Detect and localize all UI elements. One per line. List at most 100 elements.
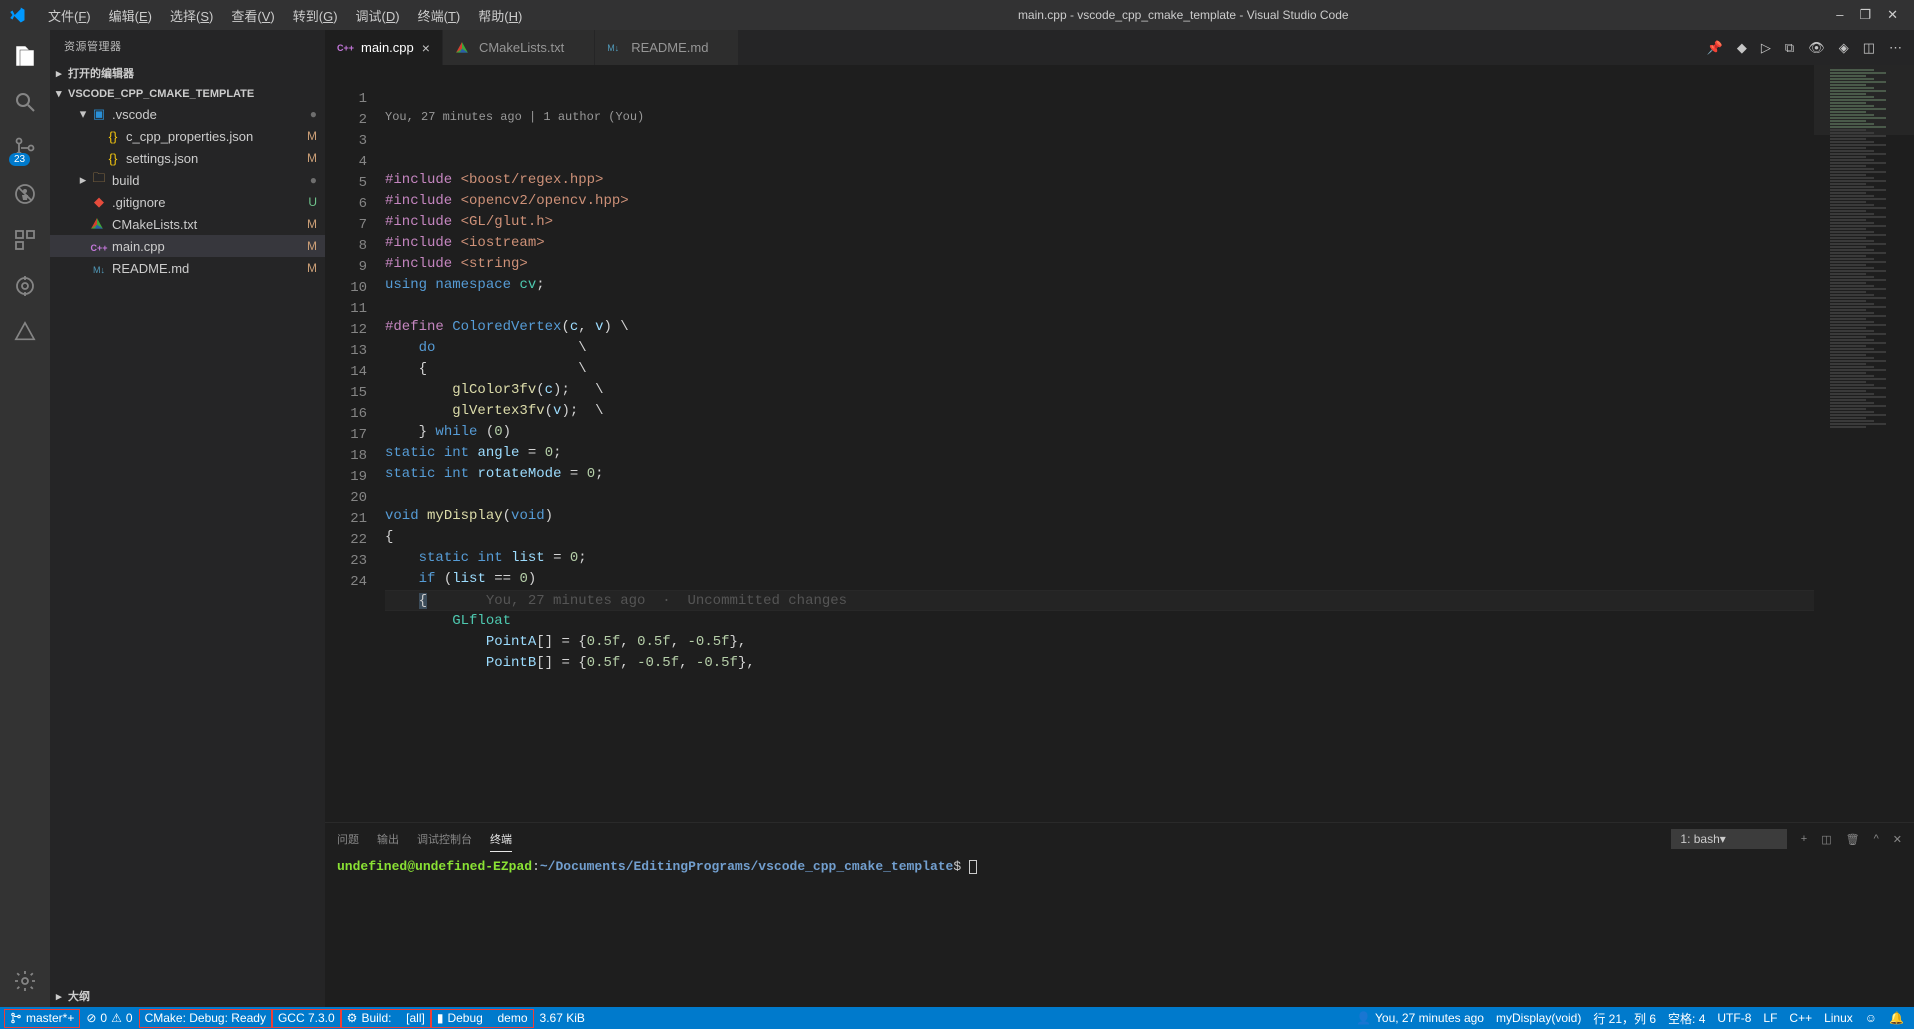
kill-terminal-icon[interactable]: 🗑 <box>1846 833 1860 846</box>
status-context[interactable]: myDisplay(void) <box>1490 1007 1587 1029</box>
tree-row[interactable]: ▸🗀build● <box>50 169 325 191</box>
status-platform[interactable]: Linux <box>1818 1007 1859 1029</box>
file-status-badge: M <box>301 261 317 275</box>
menu-item[interactable]: 转到(G) <box>285 2 346 29</box>
sidebar-title: 资源管理器 <box>50 30 325 62</box>
tree-row[interactable]: {}c_cpp_properties.jsonM <box>50 125 325 147</box>
file-label: build <box>112 173 301 188</box>
explorer-icon[interactable] <box>13 44 37 68</box>
file-tree: ▾▣.vscode●{}c_cpp_properties.jsonM{}sett… <box>50 103 325 985</box>
workspace-header[interactable]: ▾VSCODE_CPP_CMAKE_TEMPLATE <box>50 84 325 103</box>
menu-item[interactable]: 查看(V) <box>223 2 282 29</box>
terminal-body[interactable]: undefined@undefined-EZpad:~/Documents/Ed… <box>325 855 1914 1007</box>
panel-tab-problems[interactable]: 问题 <box>337 827 359 851</box>
cmake-icon[interactable] <box>13 320 37 344</box>
file-label: .vscode <box>112 107 301 122</box>
settings-gear-icon[interactable] <box>13 969 37 993</box>
menu-item[interactable]: 帮助(H) <box>470 2 530 29</box>
status-language[interactable]: C++ <box>1783 1007 1818 1029</box>
code-content[interactable]: You, 27 minutes ago | 1 author (You) #in… <box>385 65 1814 822</box>
panel-tab-output[interactable]: 输出 <box>377 827 399 851</box>
file-icon: 🗀 <box>90 169 108 191</box>
status-debug[interactable]: ▮Debug demo <box>431 1009 534 1028</box>
editor-body[interactable]: 123456789101112131415161718192021222324 … <box>325 65 1914 822</box>
diamond2-icon[interactable]: ◈ <box>1839 40 1849 56</box>
pin-icon[interactable]: 📌 <box>1707 40 1723 56</box>
split-editor-icon[interactable]: ◫ <box>1863 40 1875 56</box>
status-compiler[interactable]: GCC 7.3.0 <box>272 1009 341 1028</box>
maximize-icon[interactable]: ❐ <box>1859 7 1871 23</box>
tree-row[interactable]: C++main.cppM <box>50 235 325 257</box>
editor-area: C++main.cpp×CMakeLists.txtM↓README.md 📌 … <box>325 30 1914 1007</box>
menu-item[interactable]: 调试(D) <box>348 2 408 29</box>
maximize-panel-icon[interactable]: ^ <box>1874 833 1879 845</box>
status-encoding[interactable]: UTF-8 <box>1711 1007 1757 1029</box>
tab-label: CMakeLists.txt <box>479 40 564 55</box>
minimap[interactable] <box>1814 65 1914 822</box>
file-label: README.md <box>112 261 301 276</box>
tree-row[interactable]: {}settings.jsonM <box>50 147 325 169</box>
search-icon[interactable] <box>13 90 37 114</box>
diamond-icon[interactable]: ◆ <box>1737 40 1747 56</box>
vscode-logo-icon <box>8 3 32 27</box>
tab-close-icon[interactable]: × <box>422 40 430 56</box>
tree-row[interactable]: ◆.gitignoreU <box>50 191 325 213</box>
panel-tab-debug-console[interactable]: 调试控制台 <box>417 827 472 851</box>
file-status-badge: ● <box>301 173 317 187</box>
tab-label: main.cpp <box>361 40 414 55</box>
tree-row[interactable]: M↓ README.mdM <box>50 257 325 279</box>
file-icon: ▣ <box>90 106 108 122</box>
status-filesize[interactable]: 3.67 KiB <box>534 1007 591 1029</box>
menu-item[interactable]: 选择(S) <box>162 2 221 29</box>
target-icon[interactable] <box>13 274 37 298</box>
status-branch[interactable]: master*+ <box>4 1009 80 1028</box>
open-editors-header[interactable]: ▸打开的编辑器 <box>50 62 325 84</box>
split-terminal-icon[interactable]: ◫ <box>1821 833 1831 846</box>
new-terminal-icon[interactable]: + <box>1801 833 1807 845</box>
run-icon[interactable]: ▷ <box>1761 40 1771 56</box>
file-icon: M↓ <box>90 261 108 276</box>
status-eol[interactable]: LF <box>1757 1007 1783 1029</box>
file-status-badge: M <box>301 129 317 143</box>
menu-item[interactable]: 文件(F) <box>40 2 99 29</box>
titlebar: 文件(F)编辑(E)选择(S)查看(V)转到(G)调试(D)终端(T)帮助(H)… <box>0 0 1914 30</box>
more-icon[interactable]: ⋯ <box>1889 40 1902 56</box>
status-blame[interactable]: 👤You, 27 minutes ago <box>1350 1007 1490 1029</box>
source-control-icon[interactable]: 23 <box>13 136 37 160</box>
editor-tab[interactable]: C++main.cpp× <box>325 30 443 65</box>
file-label: c_cpp_properties.json <box>126 129 301 144</box>
status-spaces[interactable]: 空格: 4 <box>1662 1007 1711 1029</box>
debug-icon[interactable] <box>13 182 37 206</box>
status-cmake[interactable]: CMake: Debug: Ready <box>139 1009 272 1028</box>
terminal-selector[interactable]: 1: bash ▾ <box>1671 829 1786 849</box>
file-status-badge: M <box>301 151 317 165</box>
menu-item[interactable]: 终端(T) <box>410 2 469 29</box>
tree-row[interactable]: ▾▣.vscode● <box>50 103 325 125</box>
status-feedback-icon[interactable]: ☺ <box>1859 1007 1883 1029</box>
minimize-icon[interactable]: – <box>1836 7 1843 23</box>
tree-row[interactable]: CMakeLists.txtM <box>50 213 325 235</box>
menu-item[interactable]: 编辑(E) <box>101 2 160 29</box>
sidebar: 资源管理器 ▸打开的编辑器 ▾VSCODE_CPP_CMAKE_TEMPLATE… <box>50 30 325 1007</box>
status-lncol[interactable]: 行 21，列 6 <box>1587 1007 1662 1029</box>
close-panel-icon[interactable]: ✕ <box>1893 833 1902 846</box>
preview-icon[interactable]: 👁 <box>1808 40 1825 56</box>
editor-tab[interactable]: CMakeLists.txt <box>443 30 595 65</box>
codelens-author[interactable]: You, 27 minutes ago | 1 author (You) <box>385 107 1814 128</box>
split-diff-icon[interactable]: ⧉ <box>1785 40 1794 56</box>
tab-file-icon: M↓ <box>607 40 623 56</box>
editor-tab[interactable]: M↓README.md <box>595 30 739 65</box>
status-bell-icon[interactable]: 🔔 <box>1883 1007 1910 1029</box>
status-build[interactable]: ⚙Build: [all] <box>341 1009 431 1028</box>
file-label: CMakeLists.txt <box>112 217 301 232</box>
bottom-panel: 问题 输出 调试控制台 终端 1: bash ▾ + ◫ 🗑 ^ ✕ undef… <box>325 822 1914 1007</box>
outline-header[interactable]: ▸大纲 <box>50 985 325 1007</box>
extensions-icon[interactable] <box>13 228 37 252</box>
panel-tab-terminal[interactable]: 终端 <box>490 827 512 852</box>
editor-tabs: C++main.cpp×CMakeLists.txtM↓README.md <box>325 30 739 65</box>
close-icon[interactable]: ✕ <box>1887 7 1898 23</box>
activitybar: 23 <box>0 30 50 1007</box>
scm-badge: 23 <box>9 153 30 166</box>
window-controls: – ❐ ✕ <box>1836 7 1906 23</box>
status-problems[interactable]: ⊘0 ⚠0 <box>80 1007 138 1029</box>
